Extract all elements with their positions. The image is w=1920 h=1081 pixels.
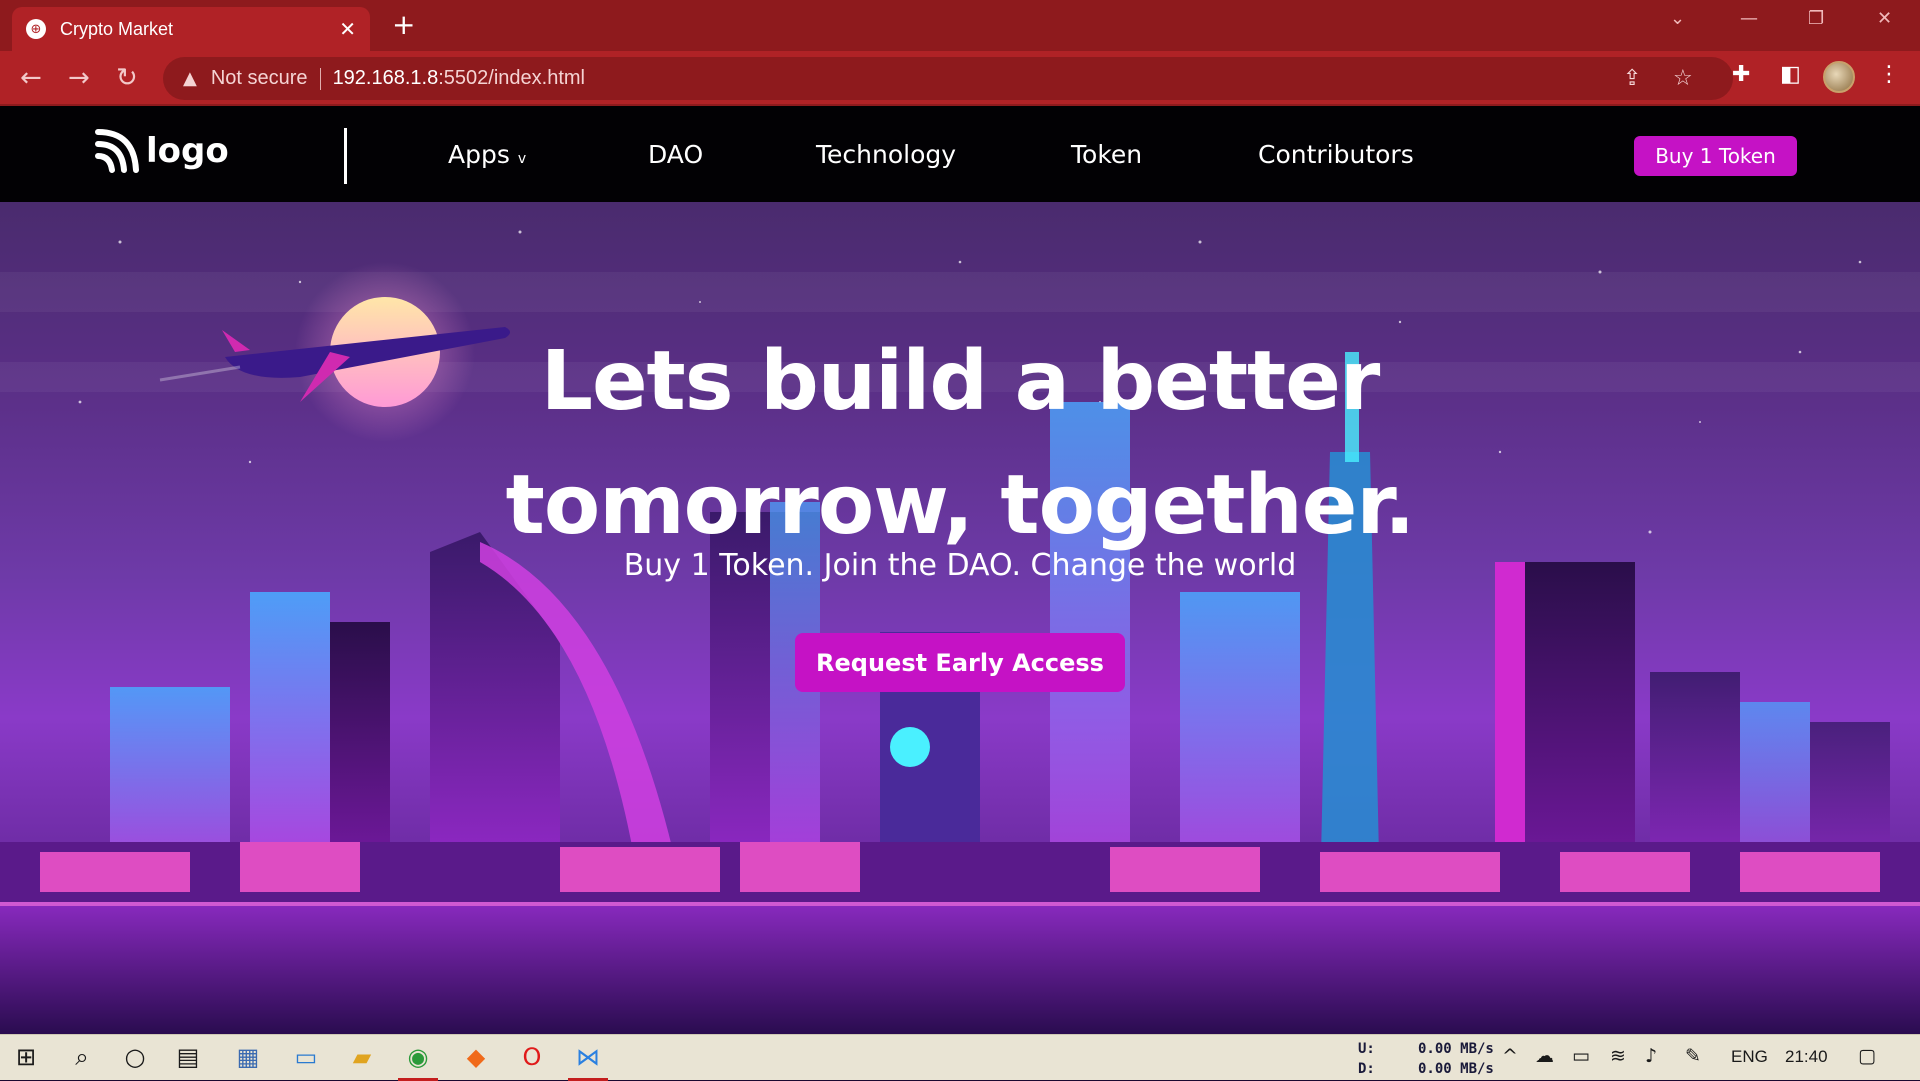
search-icon[interactable]: ⌕ [64, 1043, 100, 1071]
navbar-divider [344, 128, 347, 184]
site-logo[interactable]: logo [94, 128, 229, 174]
url-text[interactable]: 192.168.1.8:5502/index.html [333, 67, 585, 90]
logo-text: logo [146, 131, 229, 171]
nav-dao[interactable]: DAO [648, 140, 703, 169]
side-panel-icon[interactable]: ◧ [1780, 62, 1801, 87]
minimize-button[interactable]: — [1740, 8, 1758, 29]
tab-search-icon[interactable]: ⌄ [1670, 8, 1685, 29]
notifications-icon[interactable]: ▢ [1858, 1045, 1876, 1067]
browser-toolbar: ← → ↻ ▲ Not secure 192.168.1.8:5502/inde… [0, 51, 1920, 106]
back-arrow-icon[interactable]: ← [20, 63, 42, 93]
battery-icon[interactable]: ▭ [1572, 1045, 1590, 1067]
net-up-label: U: [1358, 1041, 1375, 1057]
nav-contributors[interactable]: Contributors [1258, 140, 1414, 169]
profile-avatar[interactable] [1823, 61, 1855, 93]
app-icon[interactable]: ▦ [230, 1043, 266, 1071]
nav-technology[interactable]: Technology [816, 140, 956, 169]
pen-icon[interactable]: ✎ [1685, 1045, 1701, 1067]
nav-apps-label: Apps [448, 140, 510, 169]
reload-icon[interactable]: ↻ [116, 63, 138, 93]
close-window-button[interactable]: ✕ [1877, 8, 1892, 29]
hero-section: Lets build a better tomorrow, together. … [0, 202, 1920, 1034]
task-view-icon[interactable]: ▤ [170, 1043, 206, 1071]
windows-taskbar: ⊞ ⌕ ○ ▤ ▦ ▭ ▰ ◉ ◆ O ⋈ U: D: 0.00 MB/s 0.… [0, 1034, 1920, 1081]
new-tab-button[interactable]: + [392, 10, 415, 40]
request-early-access-button[interactable]: Request Early Access [795, 633, 1125, 692]
warning-icon[interactable]: ▲ [183, 68, 197, 89]
url-path: :5502/index.html [438, 67, 585, 89]
hero-title-line1: Lets build a better [540, 334, 1381, 429]
net-down-label: D: [1358, 1061, 1375, 1077]
address-bar[interactable]: ▲ Not secure 192.168.1.8:5502/index.html… [163, 57, 1733, 100]
url-host: 192.168.1.8 [332, 67, 439, 89]
chevron-down-icon: v [517, 151, 527, 167]
onedrive-cloud-icon[interactable]: ☁ [1535, 1045, 1554, 1067]
file-explorer-icon[interactable]: ▰ [344, 1043, 380, 1071]
globe-icon: ⊕ [26, 19, 46, 39]
forward-arrow-icon[interactable]: → [68, 63, 90, 93]
site-navbar: logo Apps v DAO Technology Token Contribu… [0, 106, 1920, 202]
opera-icon[interactable]: O [514, 1043, 550, 1071]
hero-subtitle: Buy 1 Token. Join the DAO. Change the wo… [623, 548, 1297, 583]
pc-icon[interactable]: ▭ [288, 1043, 324, 1071]
vscode-icon[interactable]: ⋈ [568, 1043, 608, 1081]
net-up-speed: 0.00 MB/s [1418, 1041, 1494, 1057]
extensions-puzzle-icon[interactable]: ✚ [1732, 62, 1750, 87]
bookmark-star-icon[interactable]: ☆ [1673, 66, 1693, 91]
hero-title: Lets build a better tomorrow, together. [0, 320, 1920, 568]
chrome-icon[interactable]: ◉ [398, 1043, 438, 1081]
restore-button[interactable]: ❐ [1808, 8, 1824, 29]
language-indicator[interactable]: ENG [1731, 1047, 1768, 1067]
cortana-icon[interactable]: ○ [117, 1043, 153, 1071]
wifi-icon[interactable]: ≋ [1610, 1045, 1626, 1067]
nav-token[interactable]: Token [1071, 140, 1142, 169]
chevron-up-icon[interactable]: ^ [1502, 1045, 1518, 1067]
browser-menu-icon[interactable]: ⋮ [1878, 62, 1900, 87]
omnibox-divider [319, 67, 321, 90]
share-icon[interactable]: ⇪ [1623, 66, 1641, 91]
website-viewport: logo Apps v DAO Technology Token Contribu… [0, 106, 1920, 1034]
net-down-speed: 0.00 MB/s [1418, 1061, 1494, 1077]
browser-tab[interactable]: ⊕ Crypto Market ✕ [12, 7, 370, 51]
security-label[interactable]: Not secure [211, 67, 308, 90]
rss-logo-icon [95, 129, 139, 173]
browser-tab-strip: ⊕ Crypto Market ✕ + ⌄ — ❐ ✕ [0, 0, 1920, 51]
windows-start-icon[interactable]: ⊞ [8, 1043, 44, 1071]
buy-token-button[interactable]: Buy 1 Token [1634, 136, 1797, 176]
nav-apps[interactable]: Apps v [448, 140, 526, 169]
clock[interactable]: 21:40 [1785, 1047, 1828, 1067]
brave-icon[interactable]: ◆ [458, 1043, 494, 1071]
close-tab-icon[interactable]: ✕ [339, 17, 356, 41]
tab-title: Crypto Market [60, 18, 174, 39]
volume-icon[interactable]: ♪ [1645, 1045, 1657, 1067]
